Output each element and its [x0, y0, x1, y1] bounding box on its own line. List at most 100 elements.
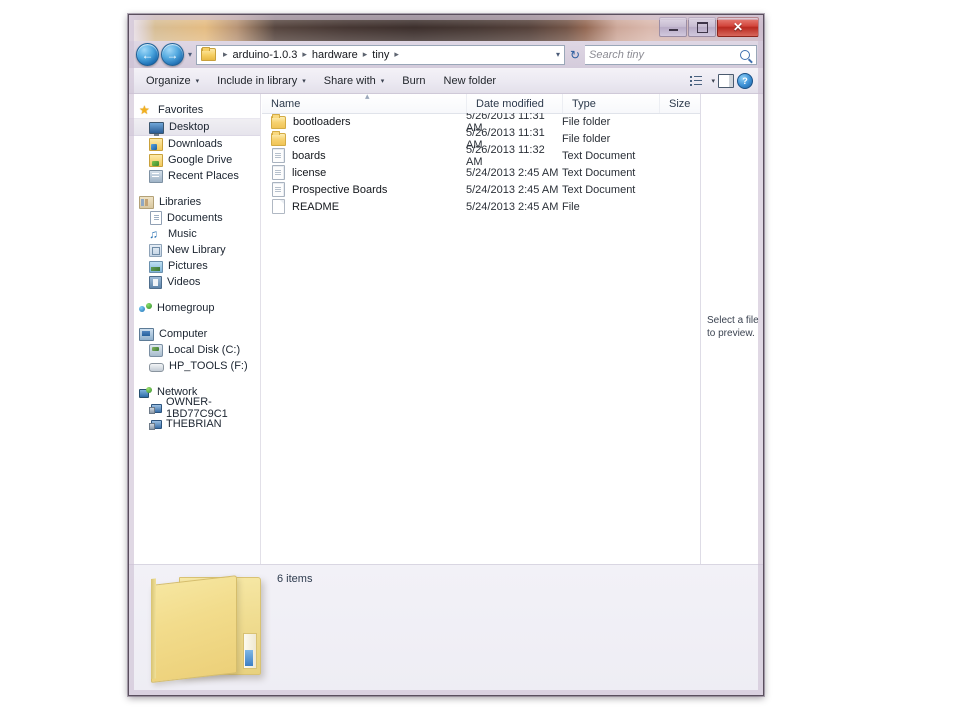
file-name: license: [292, 166, 327, 179]
cell-type: Text Document: [562, 149, 636, 162]
close-icon: ✕: [732, 20, 744, 34]
chevron-down-icon[interactable]: ▾: [551, 50, 560, 59]
cell-size: [659, 198, 700, 215]
preview-pane-toggle-icon[interactable]: [718, 73, 734, 88]
sidebar-label: Google Drive: [168, 154, 233, 166]
search-box[interactable]: Search tiny: [585, 44, 757, 65]
sidebar-item-google-drive[interactable]: Google Drive: [129, 152, 260, 168]
cell-name: cores: [262, 130, 466, 147]
cell-type: File folder: [562, 132, 611, 145]
text-document-icon: [272, 148, 285, 163]
sidebar-item-new-library[interactable]: New Library: [129, 242, 260, 258]
nav-group-computer: Computer Local Disk (C:) HP_TOOLS (F:): [129, 326, 260, 374]
cell-name: license: [262, 164, 466, 181]
cell-size: [659, 164, 700, 181]
history-dropdown-icon[interactable]: ▾: [188, 50, 192, 59]
sidebar-label: Downloads: [168, 138, 223, 150]
downloads-icon: [149, 137, 163, 151]
column-header-type[interactable]: Type: [562, 94, 659, 113]
desktop-icon: [149, 121, 164, 136]
column-header-date-modified[interactable]: Date modified: [466, 94, 562, 113]
cell-name: boards: [262, 147, 466, 164]
blank-file-icon: [272, 199, 285, 214]
search-input[interactable]: Search tiny: [589, 49, 740, 61]
explorer-window: ✕ ← → ▾ ▸ arduino-1.0.3 ▸ hardware ▸ tin…: [128, 14, 764, 696]
column-label: Type: [572, 97, 596, 110]
column-label: Date modified: [476, 97, 544, 110]
table-row[interactable]: boards 5/26/2013 11:32 AM Text Document: [262, 144, 700, 168]
back-button[interactable]: ←: [136, 43, 159, 66]
new-folder-button[interactable]: New folder: [435, 71, 506, 91]
table-row[interactable]: Prospective Boards 5/24/2013 2:45 AM Tex…: [262, 181, 700, 198]
cell-name: Prospective Boards: [262, 181, 466, 198]
refresh-icon: ↻: [569, 47, 581, 62]
cell-type: File: [562, 200, 580, 213]
breadcrumb-item-2[interactable]: hardware: [311, 49, 359, 61]
forward-button[interactable]: →: [161, 43, 184, 66]
cell-date-modified: 5/24/2013 2:45 AM: [466, 166, 559, 179]
chevron-down-icon: ▾: [302, 77, 306, 85]
sidebar-item-downloads[interactable]: Downloads: [129, 136, 260, 152]
organize-button[interactable]: Organize ▾: [137, 71, 208, 91]
column-label: Name: [271, 97, 301, 110]
maximize-button[interactable]: [688, 17, 716, 37]
title-bar-glass-edge: [129, 15, 155, 41]
computer-node-icon: [149, 419, 162, 430]
include-in-library-button[interactable]: Include in library ▾: [208, 71, 315, 91]
cell-type: Text Document: [562, 183, 636, 196]
share-with-button[interactable]: Share with ▾: [315, 71, 394, 91]
cell-size: [659, 113, 700, 130]
sidebar-label: Favorites: [158, 104, 204, 116]
column-header-size[interactable]: Size: [659, 94, 700, 113]
sidebar-item-recent-places[interactable]: Recent Places: [129, 168, 260, 184]
sidebar-item-homegroup[interactable]: Homegroup: [129, 300, 260, 316]
sidebar-item-hp-tools[interactable]: HP_TOOLS (F:): [129, 358, 260, 374]
sidebar-label: Videos: [167, 276, 201, 288]
chevron-down-icon: ▾: [195, 77, 200, 85]
sidebar-label: OWNER-1BD77C9C1: [166, 396, 228, 420]
burn-button[interactable]: Burn: [393, 71, 434, 91]
chevron-down-icon[interactable]: ▾: [711, 77, 715, 85]
sidebar-item-documents[interactable]: Documents: [129, 210, 260, 226]
sidebar-label: Recent Places: [168, 170, 239, 182]
sidebar-item-music[interactable]: ♫ Music: [129, 226, 260, 242]
address-input[interactable]: ▸ arduino-1.0.3 ▸ hardware ▸ tiny ▸ ▾: [196, 44, 565, 65]
sort-ascending-icon: ▴: [365, 91, 370, 101]
table-row[interactable]: README 5/24/2013 2:45 AM File: [262, 198, 700, 215]
change-view-icon[interactable]: [690, 75, 703, 86]
nav-group-homegroup: Homegroup: [129, 300, 260, 316]
column-label: Size: [669, 97, 691, 110]
include-in-library-label: Include in library: [217, 74, 298, 87]
folder-icon: [271, 113, 286, 129]
homegroup-icon: [139, 302, 152, 314]
cell-type: File folder: [562, 115, 611, 128]
sidebar-label: Desktop: [169, 121, 210, 133]
new-folder-label: New folder: [443, 74, 497, 87]
table-row[interactable]: license 5/24/2013 2:45 AM Text Document: [262, 164, 700, 181]
command-toolbar: Organize ▾ Include in library ▾ Share wi…: [129, 68, 763, 94]
cell-date-modified: 5/24/2013 2:45 AM: [466, 200, 559, 213]
breadcrumb-item-3[interactable]: tiny: [371, 49, 390, 61]
burn-label: Burn: [402, 74, 426, 87]
close-button[interactable]: ✕: [717, 17, 759, 37]
breadcrumb-item-1[interactable]: arduino-1.0.3: [232, 49, 299, 61]
sidebar-item-owner-pc[interactable]: OWNER-1BD77C9C1: [129, 396, 260, 420]
sidebar-item-local-disk[interactable]: Local Disk (C:): [129, 342, 260, 358]
sidebar-item-pictures[interactable]: Pictures: [129, 258, 260, 274]
refresh-button[interactable]: ↻: [565, 48, 585, 62]
usb-drive-icon: [149, 363, 164, 372]
folder-icon: [271, 130, 286, 146]
folder-inner-document: [243, 633, 257, 669]
minimize-button[interactable]: [659, 17, 687, 37]
screen-canvas: ✕ ← → ▾ ▸ arduino-1.0.3 ▸ hardware ▸ tin…: [0, 0, 960, 720]
sidebar-item-videos[interactable]: Videos: [129, 274, 260, 290]
sidebar-item-favorites[interactable]: ★ Favorites: [129, 102, 260, 118]
preview-message: Select a file to preview.: [707, 315, 759, 339]
sidebar-item-desktop[interactable]: Desktop: [129, 118, 260, 136]
sidebar-item-computer[interactable]: Computer: [129, 326, 260, 342]
column-header-name[interactable]: Name ▴: [262, 91, 466, 113]
help-icon[interactable]: ?: [737, 72, 753, 89]
sidebar-label: Pictures: [168, 260, 208, 272]
sidebar-item-libraries[interactable]: Libraries: [129, 194, 260, 210]
pictures-icon: [149, 260, 163, 273]
